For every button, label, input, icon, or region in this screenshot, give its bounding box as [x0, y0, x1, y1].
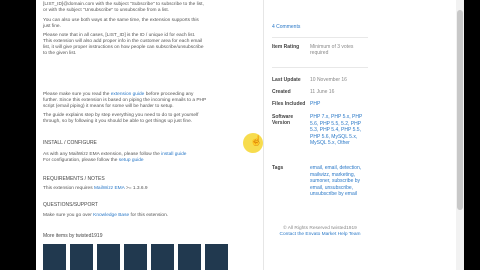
sidebar-footer: © All Rights Reserved twisted1919 Contac… [272, 226, 368, 238]
last-update-row: Last Update 10 November 16 [272, 77, 368, 83]
created-row: Created 11 June 16 [272, 89, 368, 95]
item-thumbnail[interactable] [178, 244, 201, 270]
last-update-label: Last Update [272, 77, 301, 83]
setup-guide-link[interactable]: setup guide [119, 158, 144, 163]
item-thumbnail[interactable] [97, 244, 120, 270]
setup-line: For configuration, please follow the set… [43, 158, 144, 163]
tags-row: Tags email, email, detection, mailwizz, … [272, 165, 368, 198]
comments-row[interactable]: 4 Comments [272, 24, 368, 30]
software-version-value[interactable]: PHP 7.x, PHP 5.x, PHP 5.6, PHP 5.5, 5.2,… [310, 114, 368, 147]
created-value: 11 June 16 [310, 89, 335, 95]
created-label: Created [272, 89, 291, 95]
item-rating-label: Item Rating [272, 44, 300, 50]
install-header: INSTALL / Configure [43, 140, 97, 146]
tags-value[interactable]: email, email, detection, mailwizz, marke… [310, 165, 368, 198]
scrollbar-thumb[interactable] [457, 10, 463, 210]
software-row: Software Version PHP 7.x, PHP 5.x, PHP 5… [272, 114, 368, 147]
column-divider [263, 0, 264, 270]
hand-pointer-icon: ☝ [250, 136, 263, 147]
mailwizz-link[interactable]: MailWizz EMA [94, 186, 125, 191]
comments-link[interactable]: 4 Comments [272, 24, 368, 30]
tags-label: Tags [272, 165, 284, 171]
item-thumbnail[interactable] [151, 244, 174, 270]
item-rating-value: Minimum of 3 votes required [310, 44, 354, 56]
more-items-label: More items by twisted1919 [43, 233, 103, 239]
desc-line: through, so by following it you should b… [43, 119, 193, 124]
item-rating-row: Item Rating Minimum of 3 votes required [272, 44, 368, 56]
item-thumbnail[interactable] [43, 244, 66, 270]
page-scrollbar[interactable] [456, 0, 464, 270]
questions-header: QUESTIONS/SUPPORT [43, 202, 98, 208]
questions-line: Make sure you go over Knowledge Base for… [43, 213, 169, 218]
contact-help-link[interactable]: Contact the Envato Market Help Team [272, 232, 368, 238]
divider [272, 67, 368, 68]
desc-line: just fine. [43, 24, 61, 29]
files-included-value[interactable]: PHP [310, 101, 368, 107]
files-included-label: Files Included [272, 101, 306, 107]
item-thumbnail[interactable] [124, 244, 147, 270]
files-row: Files Included PHP [272, 101, 368, 107]
desc-line: to the given list. [43, 51, 77, 56]
requirements-line: This extension requires MailWizz EMA >= … [43, 186, 148, 191]
description-column: [LIST_ID]@domain.com with the subject "S… [36, 0, 258, 270]
more-items-thumbnails [43, 244, 228, 270]
item-thumbnail[interactable] [205, 244, 228, 270]
knowledge-base-link[interactable]: Knowledge Base [93, 213, 129, 218]
desc-line: script (email piping) it means for some … [43, 104, 174, 109]
last-update-value: 10 November 16 [310, 77, 347, 83]
divider [272, 37, 368, 38]
copyright-text: © All Rights Reserved twisted1919 [283, 226, 357, 231]
extension-guide-link[interactable]: extension guide [111, 92, 145, 97]
desc-line: or with the subject "Unsubscribe" to uns… [43, 8, 170, 13]
install-guide-link[interactable]: install guide [161, 152, 186, 157]
requirements-header: REQUIREMENTS / Notes [43, 176, 105, 182]
software-version-label: Software Version [272, 114, 294, 126]
item-details-sidebar: 4 Comments Item Rating Minimum of 3 vote… [272, 0, 368, 270]
item-thumbnail[interactable] [70, 244, 93, 270]
